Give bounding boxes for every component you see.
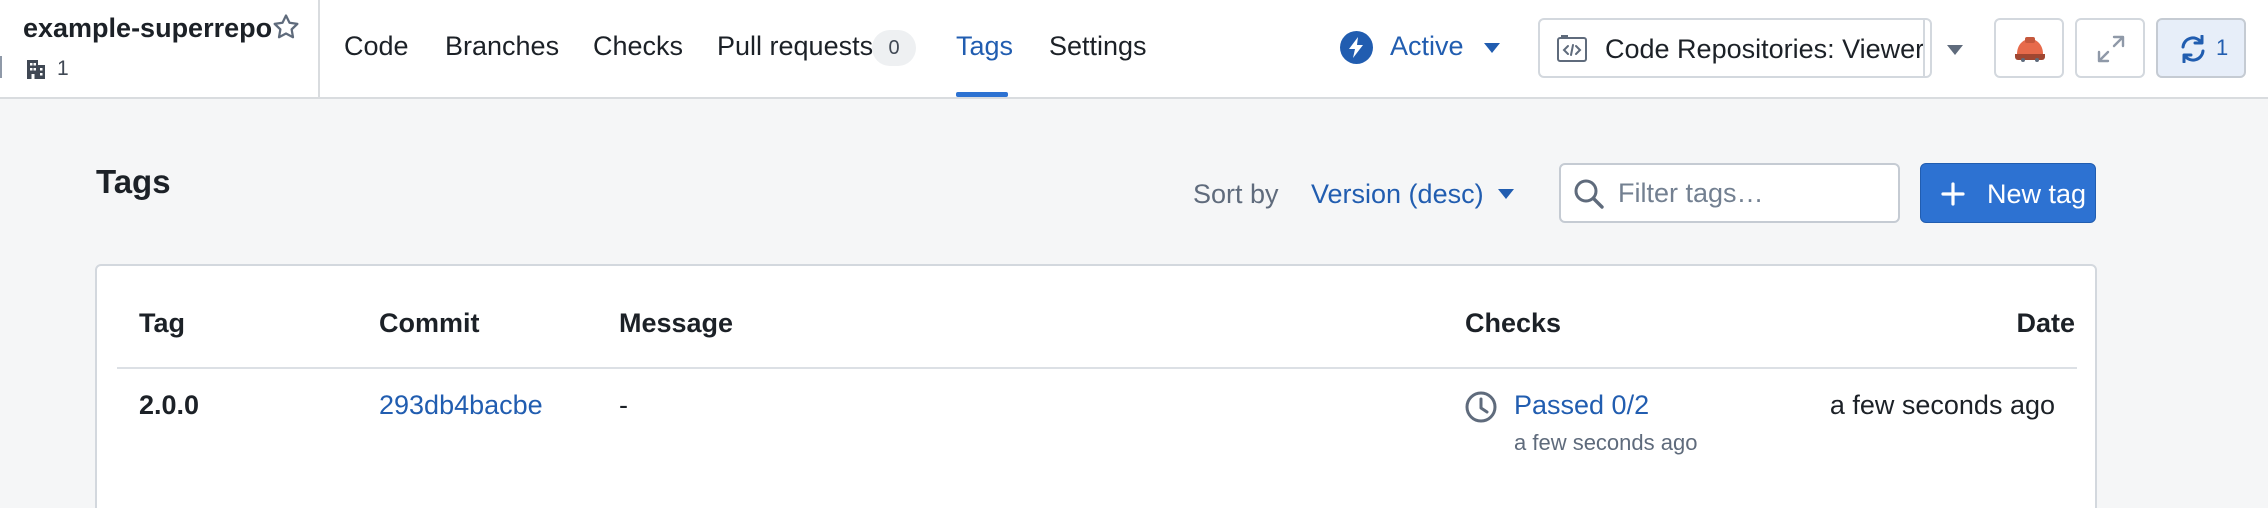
clock-icon xyxy=(1465,391,1497,423)
column-header-commit[interactable]: Commit xyxy=(379,308,480,339)
commit-link[interactable]: 293db4bacbe xyxy=(379,390,543,421)
commit-message: - xyxy=(619,390,628,420)
tab-tags[interactable]: Tags xyxy=(956,31,1013,62)
filter-tags-field[interactable] xyxy=(1559,163,1900,223)
chevron-down-icon[interactable] xyxy=(1484,43,1500,53)
sync-button[interactable]: 1 xyxy=(2156,18,2246,78)
repo-name[interactable]: example-superrepo xyxy=(23,13,272,44)
expand-icon xyxy=(2097,35,2125,63)
sort-selector[interactable]: Version (desc) xyxy=(1311,179,1484,210)
tag-name[interactable]: 2.0.0 xyxy=(139,390,199,421)
page-title: Tags xyxy=(96,163,171,200)
table-header-divider xyxy=(117,367,2077,369)
column-header-date[interactable]: Date xyxy=(2016,308,2075,339)
filter-tags-input[interactable] xyxy=(1618,175,1888,211)
tags-table: Tag Commit Message Checks Date 2.0.0 293… xyxy=(95,264,2097,508)
column-header-checks[interactable]: Checks xyxy=(1465,308,1561,339)
hardhat-button[interactable] xyxy=(1994,18,2064,78)
tab-branches[interactable]: Branches xyxy=(445,31,559,62)
checks-timestamp: a few seconds ago xyxy=(1514,430,1698,455)
bolt-icon xyxy=(1340,31,1373,64)
role-selector[interactable]: Code Repositories: Viewer xyxy=(1538,18,1963,78)
building-icon xyxy=(27,60,45,79)
tab-code[interactable]: Code xyxy=(344,31,409,62)
sort-label: Sort by xyxy=(1193,179,1279,209)
chevron-down-icon[interactable] xyxy=(1498,189,1514,199)
tab-pull-requests[interactable]: Pull requests xyxy=(717,31,873,62)
column-header-tag[interactable]: Tag xyxy=(139,308,185,339)
expand-button[interactable] xyxy=(2075,18,2145,78)
active-tab-indicator xyxy=(956,92,1008,97)
column-header-message[interactable]: Message xyxy=(619,308,733,339)
new-tag-button[interactable]: New tag xyxy=(1920,163,2096,223)
status-selector[interactable]: Active xyxy=(1390,31,1464,62)
tag-date: a few seconds ago xyxy=(1829,390,2055,420)
tab-settings[interactable]: Settings xyxy=(1049,31,1147,62)
checks-status-link[interactable]: Passed 0/2 xyxy=(1514,390,1649,421)
hardhat-icon xyxy=(2015,37,2045,62)
repo-info: example-superrepo 1 xyxy=(0,0,320,99)
code-box-icon xyxy=(1557,35,1587,62)
tab-checks[interactable]: Checks xyxy=(593,31,683,62)
role-divider xyxy=(1923,20,1925,76)
sync-count: 1 xyxy=(2216,35,2229,60)
pull-requests-count-badge: 0 xyxy=(872,30,916,66)
app-header: example-superrepo 1 Code Branches Checks… xyxy=(0,0,2268,99)
chevron-down-icon[interactable] xyxy=(1947,45,1963,55)
search-icon xyxy=(1574,179,1604,209)
plus-icon xyxy=(1941,182,1965,206)
org-count: 1 xyxy=(57,57,69,80)
sync-icon xyxy=(2181,35,2205,63)
new-tag-label: New tag xyxy=(1987,179,2087,209)
star-icon[interactable] xyxy=(271,12,301,42)
role-label: Code Repositories: Viewer xyxy=(1605,34,1925,64)
